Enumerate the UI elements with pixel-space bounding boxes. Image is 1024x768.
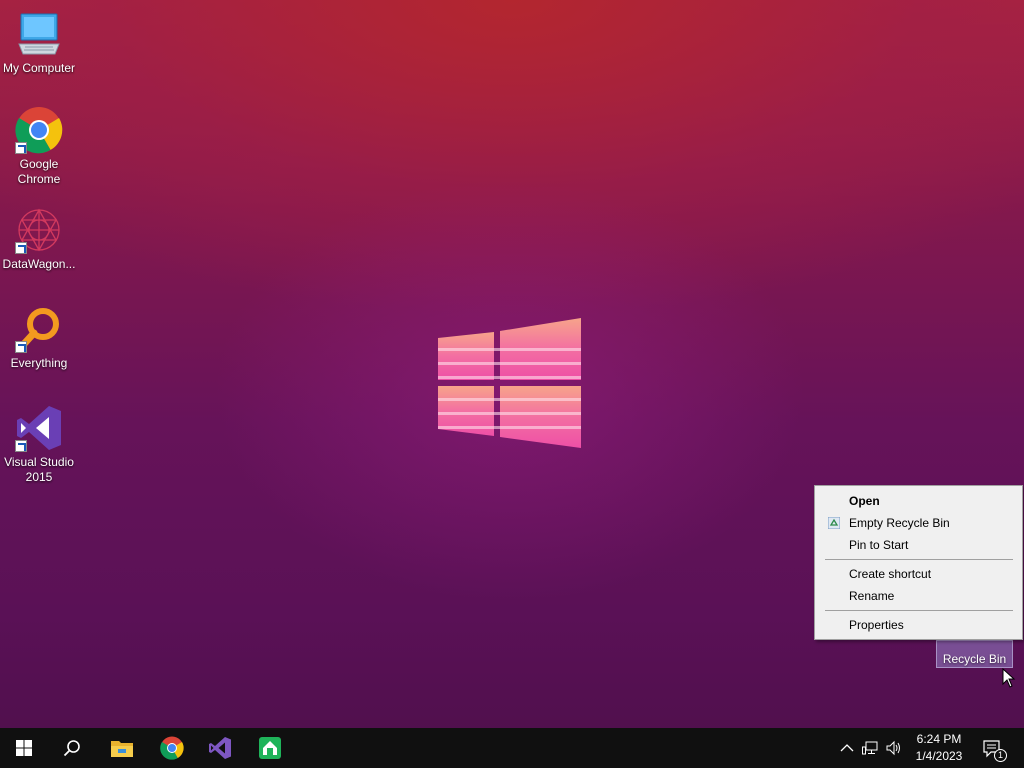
chrome-icon <box>15 106 63 154</box>
menu-item-label: Pin to Start <box>849 538 909 552</box>
desktop-icon-datawagon[interactable]: DataWagon... <box>0 206 78 272</box>
network-icon <box>862 741 878 755</box>
shortcut-arrow-icon <box>15 440 27 452</box>
menu-item-label: Rename <box>849 589 895 603</box>
menu-item-pin-to-start[interactable]: Pin to Start <box>816 534 1021 556</box>
file-explorer-icon <box>111 741 133 757</box>
visual-studio-icon <box>209 737 231 759</box>
desktop-icon-label-line2: Chrome <box>17 172 61 186</box>
start-button[interactable] <box>0 728 48 768</box>
menu-separator <box>825 610 1013 611</box>
visual-studio-icon <box>15 404 63 452</box>
menu-item-empty-recycle-bin[interactable]: Empty Recycle Bin <box>816 512 1021 534</box>
taskbar-file-explorer[interactable] <box>98 728 146 768</box>
menu-item-label: Empty Recycle Bin <box>849 516 950 530</box>
desktop-icon-label-line1: Visual Studio <box>4 455 74 469</box>
green-app-icon <box>259 737 281 759</box>
taskbar-visual-studio[interactable] <box>196 728 244 768</box>
mouse-cursor-icon <box>1002 667 1016 691</box>
chrome-icon <box>160 736 184 760</box>
start-icon <box>16 740 32 756</box>
desktop-icon-recycle-bin[interactable]: Recycle Bin <box>936 640 1013 668</box>
desktop-icon-label: Everything <box>10 356 68 370</box>
search-button[interactable] <box>48 728 96 768</box>
clock-date: 1/4/2023 <box>915 749 963 763</box>
desktop-icon-label: DataWagon... <box>2 257 76 271</box>
shortcut-arrow-icon <box>15 142 27 154</box>
datawagon-icon <box>15 206 63 254</box>
shortcut-arrow-icon <box>15 341 27 353</box>
network-button[interactable] <box>862 740 878 756</box>
desktop-icon-google-chrome[interactable]: Google Chrome <box>0 106 78 187</box>
show-hidden-icons-button[interactable] <box>839 740 855 756</box>
desktop-icon-my-computer[interactable]: My Computer <box>0 10 78 76</box>
menu-item-label: Properties <box>849 618 904 632</box>
search-icon <box>63 740 80 757</box>
volume-button[interactable] <box>886 740 902 756</box>
taskbar-clock[interactable]: 6:24 PM 1/4/2023 <box>908 731 970 765</box>
menu-item-rename[interactable]: Rename <box>816 585 1021 607</box>
windows-wallpaper-logo <box>436 316 582 450</box>
menu-item-open[interactable]: Open <box>816 490 1021 512</box>
action-center-button[interactable]: 1 <box>983 740 1007 762</box>
menu-item-create-shortcut[interactable]: Create shortcut <box>816 563 1021 585</box>
taskbar-chrome[interactable] <box>148 728 196 768</box>
menu-item-label: Create shortcut <box>849 567 932 581</box>
menu-separator <box>825 559 1013 560</box>
menu-item-label: Open <box>849 494 880 508</box>
desktop-icon-label: My Computer <box>2 61 76 75</box>
desktop-icon-visual-studio[interactable]: Visual Studio 2015 <box>0 404 78 485</box>
notification-count-badge: 1 <box>994 749 1007 762</box>
everything-search-icon <box>15 305 63 353</box>
shortcut-arrow-icon <box>15 242 27 254</box>
clock-time: 6:24 PM <box>916 732 962 746</box>
recycle-bin-label: Recycle Bin <box>942 652 1007 666</box>
desktop-icon-everything[interactable]: Everything <box>0 305 78 371</box>
taskbar: 6:24 PM 1/4/2023 1 <box>0 728 1024 768</box>
menu-item-properties[interactable]: Properties <box>816 614 1021 636</box>
desktop-icon-label-line1: Google <box>19 157 59 171</box>
context-menu: Open Empty Recycle Bin Pin to Start Crea… <box>814 485 1023 640</box>
chevron-up-icon <box>840 744 854 752</box>
desktop-icon-label-line2: 2015 <box>25 470 53 484</box>
volume-icon <box>886 740 900 756</box>
my-computer-icon <box>15 10 63 58</box>
taskbar-green-app[interactable] <box>246 728 294 768</box>
recycle-small-icon <box>828 517 840 529</box>
